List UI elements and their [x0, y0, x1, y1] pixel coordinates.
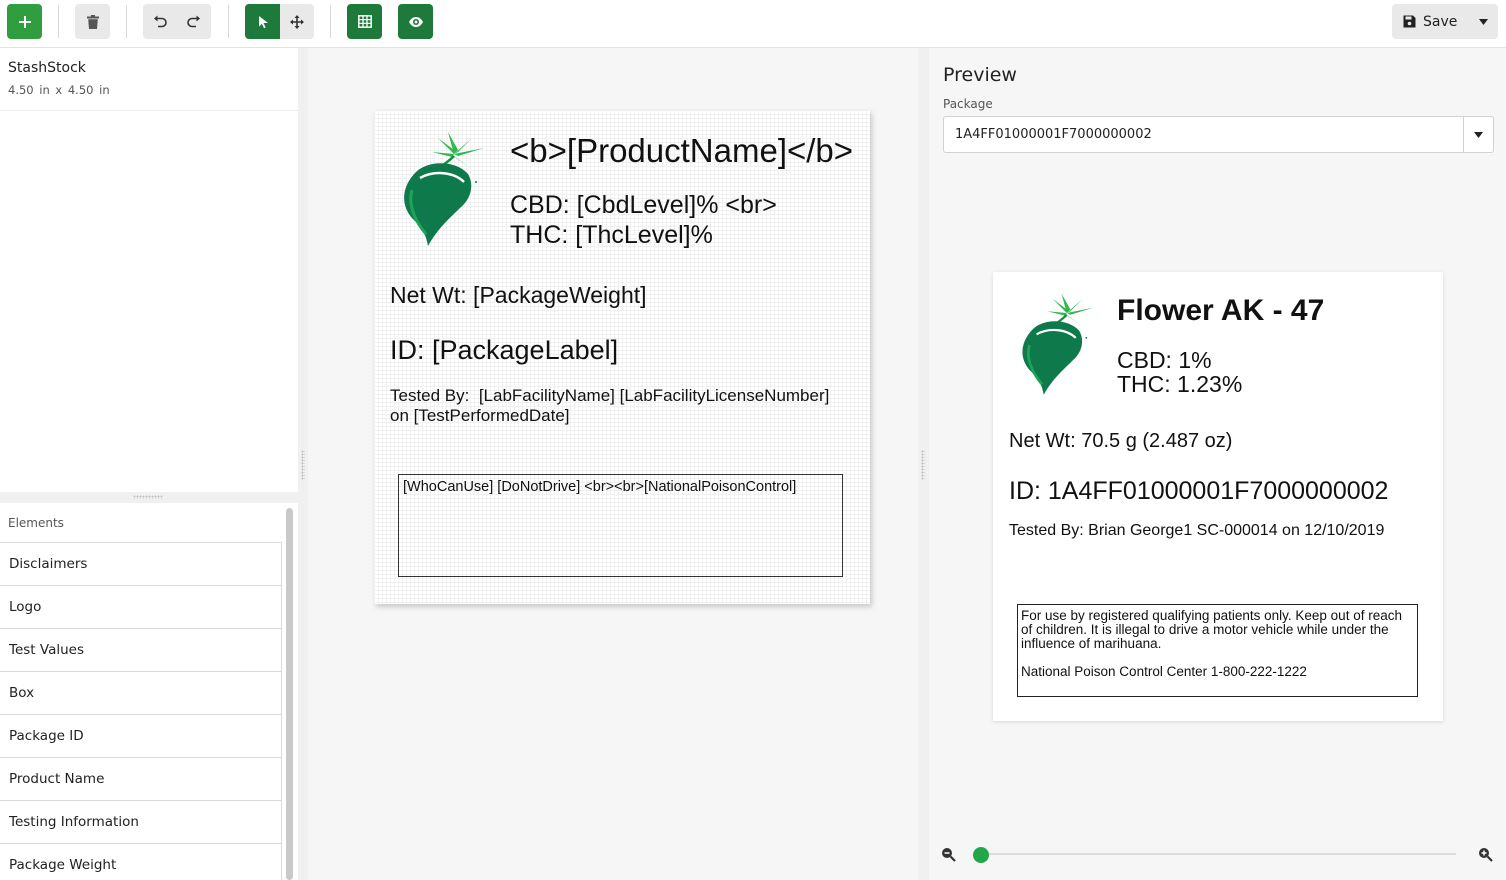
- redo-icon: [187, 15, 200, 27]
- floppy-disk-icon: [1403, 15, 1416, 28]
- preview-disclaimers-box: For use by registered qualifying patient…: [1017, 604, 1418, 697]
- preview-toggle-button[interactable]: [398, 4, 433, 39]
- preview-title: Preview: [943, 64, 1017, 86]
- preview-net-weight: Net Wt: 70.5 g (2.487 oz): [1009, 430, 1233, 452]
- element-item-logo[interactable]: Logo: [0, 585, 282, 628]
- cannabis-logo-icon: [1022, 293, 1094, 395]
- horizontal-splitter[interactable]: [0, 492, 298, 503]
- save-button[interactable]: Save: [1392, 4, 1466, 39]
- package-dropdown-toggle[interactable]: [1463, 117, 1493, 152]
- table-icon: [357, 15, 372, 28]
- move-arrows-icon: [290, 14, 304, 29]
- table-button[interactable]: [347, 4, 382, 39]
- element-item-box[interactable]: Box: [0, 671, 282, 714]
- undo-icon: [154, 15, 167, 27]
- elements-scrollbar[interactable]: [286, 508, 293, 880]
- label-preview: Flower AK - 47 CBD: 1% THC: 1.23% Net Wt…: [993, 272, 1443, 721]
- element-item-disclaimers[interactable]: Disclaimers: [0, 542, 282, 585]
- grip-dots-icon: [921, 450, 925, 480]
- toolbar-divider: [330, 5, 331, 38]
- redo-button[interactable]: [177, 4, 211, 39]
- package-label: Package: [943, 97, 993, 111]
- package-select[interactable]: 1A4FF01000001F7000000002: [943, 116, 1494, 153]
- cursor-icon: [258, 15, 268, 28]
- design-canvas-area: <b>[ProductName]</b> CBD: [CbdLevel]% <b…: [308, 48, 918, 880]
- zoom-in-icon: [1479, 848, 1493, 862]
- stock-name[interactable]: StashStock: [8, 60, 86, 76]
- product-name-element[interactable]: <b>[ProductName]</b>: [510, 132, 853, 170]
- thc-text: THC: [ThcLevel]%: [510, 221, 713, 249]
- package-id-element[interactable]: ID: [PackageLabel]: [390, 335, 618, 366]
- caret-down-icon: [1474, 131, 1483, 138]
- divider: [0, 110, 298, 111]
- save-dropdown-toggle[interactable]: [1468, 4, 1498, 39]
- logo-element[interactable]: [398, 130, 488, 255]
- label-design-canvas[interactable]: <b>[ProductName]</b> CBD: [CbdLevel]% <b…: [374, 110, 870, 604]
- zoom-control: [929, 844, 1506, 864]
- tested-line-1: Tested By: [LabFacilityName] [LabFacilit…: [390, 386, 830, 405]
- elements-panel: Elements Disclaimers Logo Test Values Bo…: [0, 503, 298, 880]
- vertical-splitter-left[interactable]: [298, 48, 308, 880]
- grip-dots-icon: [133, 495, 163, 499]
- package-select-value: 1A4FF01000001F7000000002: [955, 127, 1152, 142]
- vertical-splitter-right[interactable]: [918, 48, 929, 880]
- cannabis-logo-icon: [404, 132, 484, 246]
- undo-redo-group: [143, 4, 211, 39]
- preview-poison-control-text: National Poison Control Center 1-800-222…: [1021, 664, 1307, 679]
- element-item-product-name[interactable]: Product Name: [0, 757, 282, 800]
- preview-disclaimer-text: For use by registered qualifying patient…: [1021, 608, 1402, 651]
- toolbar: Save: [0, 0, 1506, 48]
- element-item-test-values[interactable]: Test Values: [0, 628, 282, 671]
- trash-icon: [86, 14, 99, 29]
- testing-information-element[interactable]: Tested By: [LabFacilityName] [LabFacilit…: [390, 386, 860, 426]
- preview-test-values: CBD: 1% THC: 1.23%: [1117, 348, 1242, 396]
- plus-icon: [18, 15, 31, 28]
- elements-list: Disclaimers Logo Test Values Box Package…: [0, 542, 282, 880]
- zoom-slider-thumb[interactable]: [973, 847, 989, 863]
- save-split-button: Save: [1392, 4, 1498, 39]
- toolbar-divider: [228, 5, 229, 38]
- undo-button[interactable]: [143, 4, 177, 39]
- disclaimers-box-element[interactable]: [WhoCanUse] [DoNotDrive] <br><br>[Nation…: [398, 474, 843, 577]
- preview-thc: THC: 1.23%: [1117, 371, 1243, 397]
- save-label: Save: [1423, 13, 1458, 30]
- toolbar-divider: [126, 5, 127, 38]
- stock-dimensions: 4.50 in x 4.50 in: [8, 83, 110, 97]
- grip-dots-icon: [301, 450, 305, 480]
- preview-package-id: ID: 1A4FF01000001F7000000002: [1009, 477, 1389, 505]
- select-tool-button[interactable]: [245, 4, 280, 39]
- test-values-element[interactable]: CBD: [CbdLevel]% <br> THC: [ThcLevel]%: [510, 190, 777, 250]
- move-tool-button[interactable]: [280, 4, 314, 39]
- element-item-package-id[interactable]: Package ID: [0, 714, 282, 757]
- preview-logo: [1017, 290, 1097, 405]
- preview-cbd: CBD: 1%: [1117, 347, 1212, 373]
- toolbar-divider: [58, 5, 59, 38]
- tool-mode-group: [245, 4, 314, 39]
- zoom-in-button[interactable]: [1478, 847, 1493, 866]
- preview-panel: Preview Package 1A4FF01000001F7000000002: [929, 48, 1506, 880]
- cbd-text: CBD: [CbdLevel]% <br>: [510, 191, 777, 219]
- stock-panel: StashStock 4.50 in x 4.50 in: [0, 48, 298, 492]
- element-item-testing-information[interactable]: Testing Information: [0, 800, 282, 843]
- zoom-out-icon: [942, 848, 956, 862]
- elements-heading: Elements: [8, 516, 64, 530]
- preview-product-name: Flower AK - 47: [1117, 294, 1325, 327]
- eye-icon: [408, 16, 423, 27]
- element-item-package-weight[interactable]: Package Weight: [0, 843, 282, 880]
- tested-line-2: on [TestPerformedDate]: [390, 406, 570, 425]
- zoom-slider-track[interactable]: [981, 853, 1456, 855]
- delete-button[interactable]: [75, 4, 110, 39]
- package-weight-element[interactable]: Net Wt: [PackageWeight]: [390, 282, 647, 309]
- preview-testing-information: Tested By: Brian George1 SC-000014 on 12…: [1009, 522, 1385, 539]
- caret-down-icon: [1478, 18, 1488, 25]
- zoom-out-button[interactable]: [941, 847, 956, 866]
- add-button[interactable]: [7, 4, 42, 39]
